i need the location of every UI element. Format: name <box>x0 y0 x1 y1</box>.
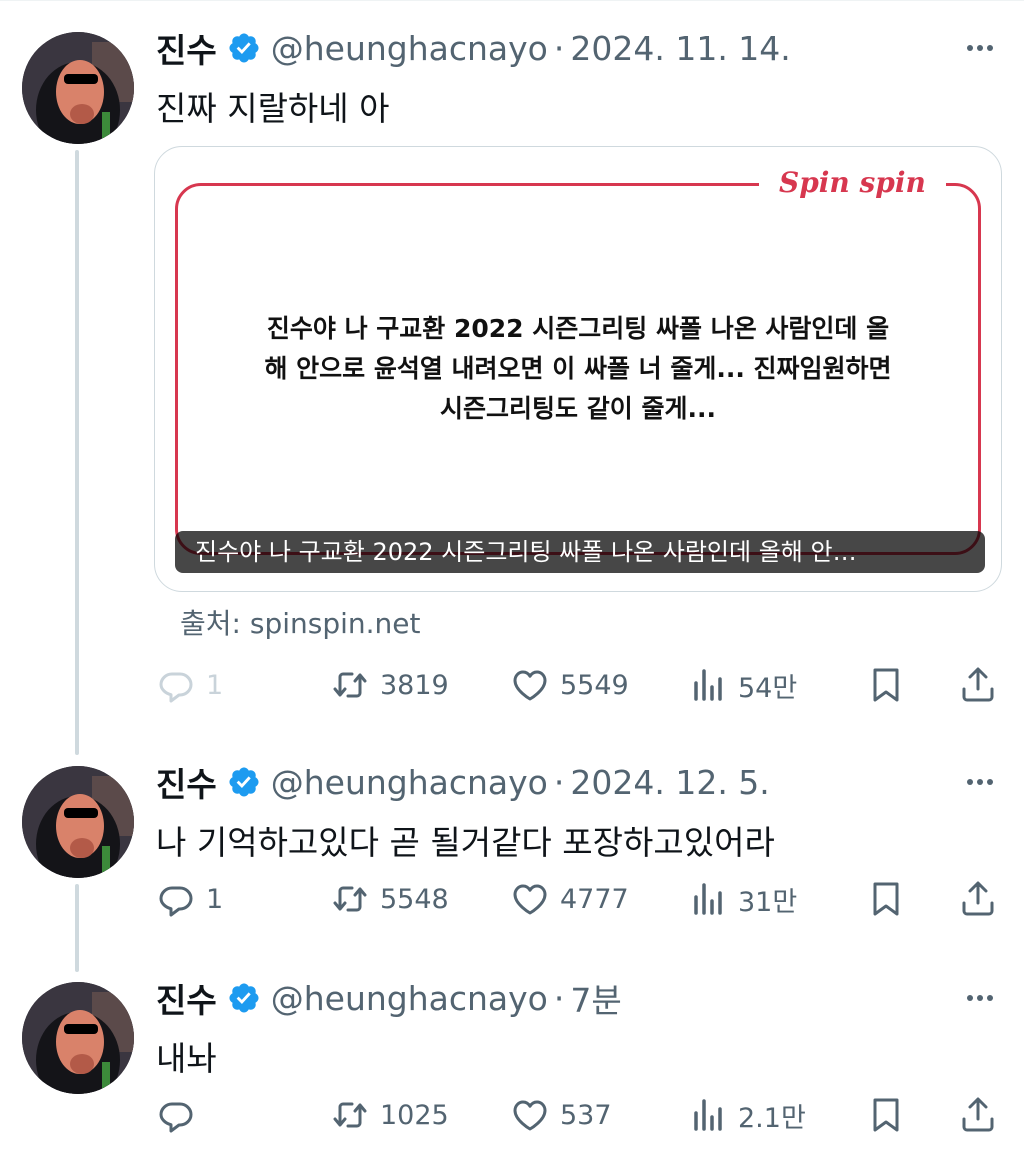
retweet-button[interactable]: 1025 <box>330 1090 449 1140</box>
reply-icon <box>159 1102 193 1133</box>
views-icon <box>694 883 722 915</box>
more-icon[interactable] <box>962 764 998 800</box>
views-count: 31만 <box>738 886 798 918</box>
tweet-time[interactable]: 2024. 12. 5. <box>570 763 769 802</box>
bookmark-icon <box>873 882 899 916</box>
card-body-line: 해 안으로 윤석열 내려오면 이 싸폴 너 줄게... 진짜임원하면 <box>264 354 892 383</box>
separator-dot: · <box>553 762 565 802</box>
like-button[interactable]: 4777 <box>510 874 629 924</box>
views-button[interactable]: 31만 <box>688 874 797 924</box>
author-name[interactable]: 진수 <box>156 974 217 1022</box>
action-bar: 1025 537 2.1만 <box>0 1090 1024 1140</box>
bookmark-button[interactable] <box>866 660 906 710</box>
verified-badge-icon <box>227 31 261 65</box>
like-icon <box>513 884 547 915</box>
action-bar: 1 5548 4777 31만 <box>0 874 1024 924</box>
bookmark-button[interactable] <box>866 1090 906 1140</box>
author-name[interactable]: 진수 <box>156 758 217 806</box>
reply-count: 1 <box>206 669 224 701</box>
share-icon <box>962 667 994 702</box>
retweet-icon <box>333 672 367 698</box>
views-count: 54만 <box>738 672 798 704</box>
retweet-count: 3819 <box>380 669 449 701</box>
more-icon[interactable] <box>962 30 998 66</box>
avatar[interactable] <box>22 766 134 878</box>
verified-badge-icon <box>227 981 261 1015</box>
like-icon <box>513 1100 547 1131</box>
like-button[interactable]: 537 <box>510 1090 612 1140</box>
reply-button[interactable]: 1 <box>156 874 223 924</box>
card-body-line: 시즌그리팅도 같이 줄게... <box>440 394 716 423</box>
like-count: 537 <box>560 1099 612 1131</box>
like-button[interactable]: 5549 <box>510 660 629 710</box>
views-icon <box>694 669 722 701</box>
tweet-header: 진수 @heunghacnayo · 2024. 11. 14. <box>156 24 791 72</box>
like-count: 4777 <box>560 883 629 915</box>
views-button[interactable]: 2.1만 <box>688 1090 806 1140</box>
author-handle[interactable]: @heunghacnayo <box>271 979 548 1018</box>
card-logo: Spin spin <box>759 165 946 201</box>
reply-icon <box>159 672 193 703</box>
bookmark-button[interactable] <box>866 874 906 924</box>
views-icon <box>694 1099 722 1131</box>
separator-dot: · <box>553 28 565 68</box>
card-source[interactable]: 출처: spinspin.net <box>180 602 420 642</box>
author-handle[interactable]: @heunghacnayo <box>271 763 548 802</box>
card-body-line: 진수야 나 구교환 2022 시즌그리팅 싸폴 나온 사람인데 올 <box>266 314 890 343</box>
avatar[interactable] <box>22 32 134 144</box>
tweet-header: 진수 @heunghacnayo · 2024. 12. 5. <box>156 758 770 806</box>
tweet-text: 내놔 <box>156 1039 217 1078</box>
retweet-count: 1025 <box>380 1099 449 1131</box>
link-card[interactable]: Spin spin 진수야 나 구교환 2022 시즌그리팅 싸폴 나온 사람인… <box>154 146 1002 592</box>
tweet-header: 진수 @heunghacnayo · 7분 <box>156 974 622 1022</box>
retweet-icon <box>333 1102 367 1128</box>
views-count: 2.1만 <box>738 1102 806 1134</box>
avatar-image <box>22 982 134 1094</box>
verified-badge-icon <box>227 765 261 799</box>
tweet-time[interactable]: 7분 <box>570 974 621 1022</box>
share-button[interactable] <box>958 660 998 710</box>
reply-count: 1 <box>206 883 224 915</box>
share-button[interactable] <box>958 874 998 924</box>
like-count: 5549 <box>560 669 629 701</box>
author-handle[interactable]: @heunghacnayo <box>271 29 548 68</box>
reply-button[interactable] <box>156 1090 206 1140</box>
like-icon <box>513 670 547 701</box>
views-button[interactable]: 54만 <box>688 660 797 710</box>
retweet-count: 5548 <box>380 883 449 915</box>
author-name[interactable]: 진수 <box>156 24 217 72</box>
avatar-image <box>22 766 134 878</box>
card-body: 진수야 나 구교환 2022 시즌그리팅 싸폴 나온 사람인데 올 해 안으로 … <box>195 309 961 429</box>
retweet-button[interactable]: 5548 <box>330 874 449 924</box>
share-icon <box>962 881 994 916</box>
separator-dot: · <box>553 978 565 1018</box>
retweet-icon <box>333 886 367 912</box>
tweet-text: 나 기억하고있다 곧 될거같다 포장하고있어라 <box>156 823 775 862</box>
more-icon[interactable] <box>962 980 998 1016</box>
share-button[interactable] <box>958 1090 998 1140</box>
tweet-time[interactable]: 2024. 11. 14. <box>570 29 790 68</box>
reply-icon <box>159 886 193 917</box>
avatar[interactable] <box>22 982 134 1094</box>
bookmark-icon <box>873 1098 899 1132</box>
tweet-text: 진짜 지랄하네 아 <box>156 89 390 128</box>
share-icon <box>962 1097 994 1132</box>
action-bar: 1 3819 5549 54만 <box>0 660 1024 710</box>
card-caption: 진수야 나 구교환 2022 시즌그리팅 싸폴 나온 사람인데 올해 안… <box>175 531 985 573</box>
top-divider <box>0 0 1024 1</box>
retweet-button[interactable]: 3819 <box>330 660 449 710</box>
avatar-image <box>22 32 134 144</box>
reply-button[interactable]: 1 <box>156 660 223 710</box>
bookmark-icon <box>873 668 899 702</box>
